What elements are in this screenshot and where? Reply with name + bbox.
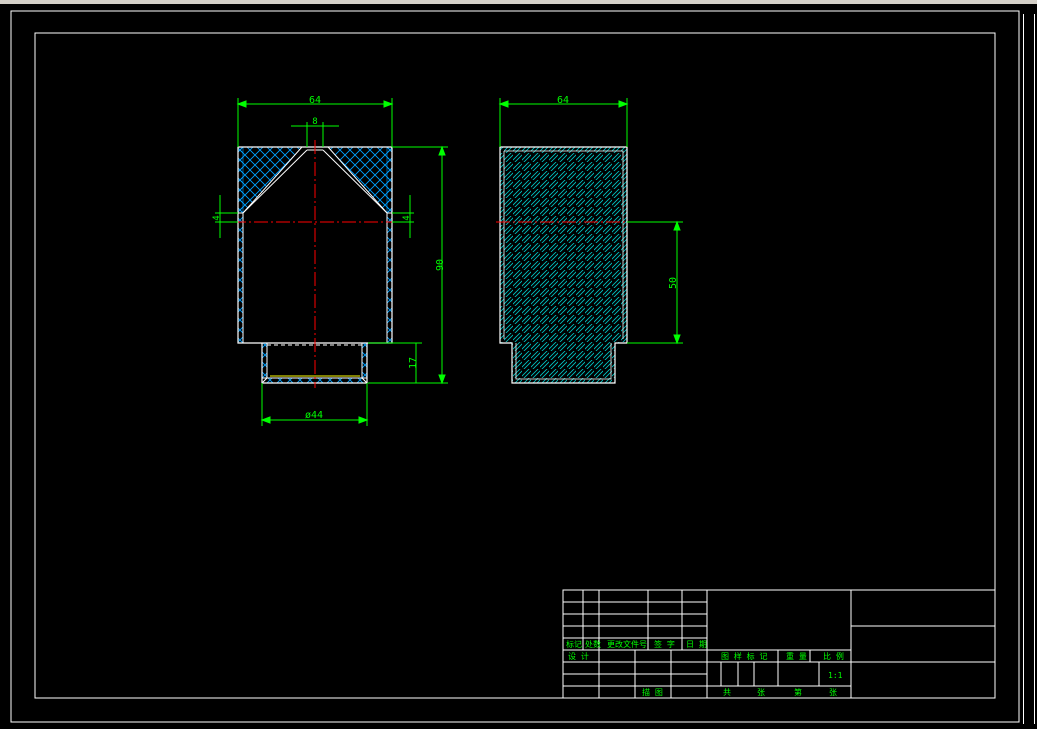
title-block-text: 标记 处数 更改文件号 签 字 日 期 设 计 描 图 图 样 标 记 重 量 …	[566, 639, 844, 697]
front-view	[232, 140, 398, 388]
weight-label: 重 量	[786, 651, 807, 661]
dim-side-width: 64	[557, 95, 569, 106]
total-label: 共	[723, 688, 731, 697]
side-view	[496, 146, 632, 384]
check-label: 描 图	[642, 687, 663, 697]
page-sheet-label: 张	[829, 688, 837, 697]
right-top-section	[326, 146, 393, 214]
side-section	[499, 146, 628, 384]
rev-date-label: 日 期	[686, 640, 707, 649]
vertical-scrollbar[interactable]	[1023, 4, 1037, 729]
dim-right-step: 4	[402, 215, 412, 220]
sheet-label: 张	[757, 688, 765, 697]
scale-label: 比 例	[823, 651, 844, 661]
left-top-section	[237, 146, 304, 214]
dim-tail-length: 17	[408, 357, 419, 369]
dim-front-height: 90	[435, 259, 446, 271]
rev-sign-label: 签 字	[654, 639, 675, 649]
page-label: 第	[794, 687, 802, 697]
dim-top-hole: 8	[312, 117, 317, 127]
scale-value: 1:1	[828, 671, 843, 680]
rev-count-label: 处数	[585, 639, 601, 649]
tail-right-section	[361, 342, 368, 385]
stage-label: 图 样 标 记	[721, 651, 767, 661]
dim-side-mid: 50	[668, 277, 679, 289]
dim-left-step: 4	[212, 215, 222, 220]
rev-doc-label: 更改文件号	[607, 639, 647, 649]
dim-tail-diameter: ø44	[305, 410, 323, 421]
tail-left-section	[261, 342, 268, 385]
scrollbar-track[interactable]	[1023, 14, 1035, 724]
drawing-canvas: 64 8 4 4 90 17 ø44 64 50 标记 处数 更改文件号 签 字…	[10, 10, 1020, 723]
dim-front-width: 64	[309, 95, 321, 106]
rev-mark-label: 标记	[566, 639, 582, 649]
design-label: 设 计	[568, 651, 589, 661]
